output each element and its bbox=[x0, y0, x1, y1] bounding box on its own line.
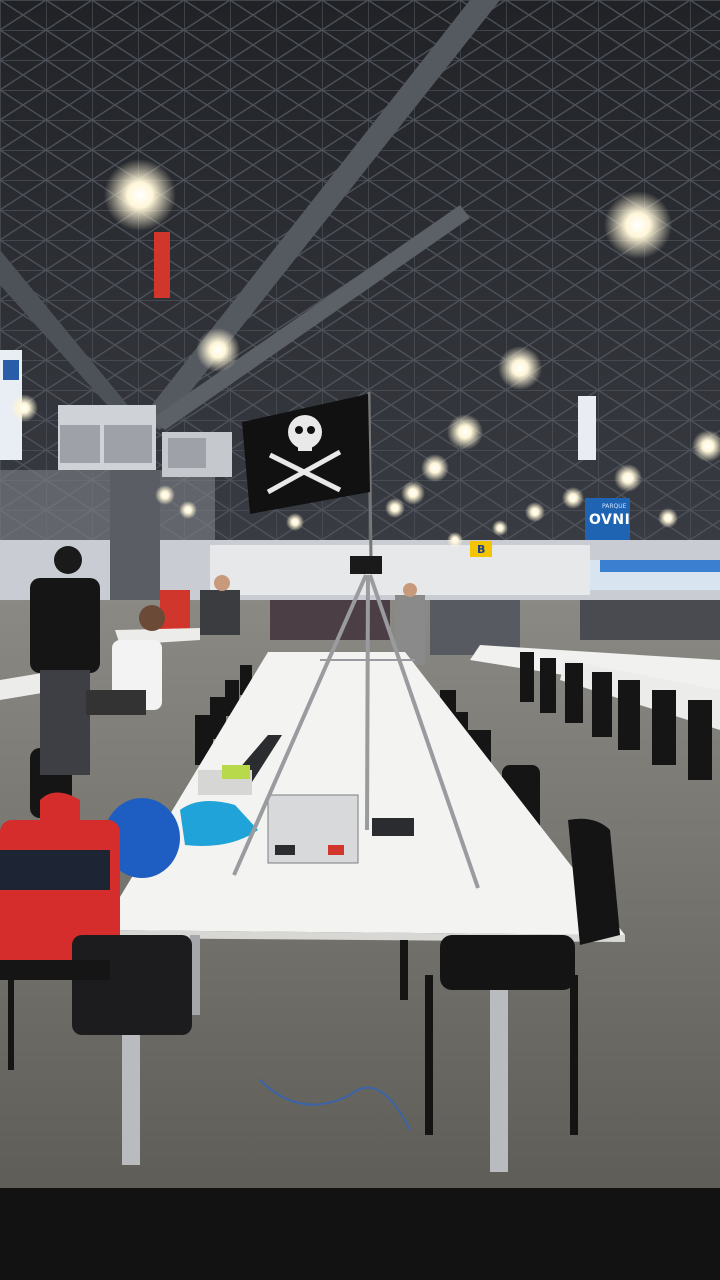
foreground-edge bbox=[0, 1188, 720, 1280]
router-box bbox=[267, 794, 359, 864]
hanging-banner bbox=[154, 232, 170, 298]
ovni-sign-label: OVNI bbox=[589, 512, 631, 528]
back-wall-bright bbox=[210, 545, 590, 595]
booth-header bbox=[600, 560, 720, 572]
chair-seat bbox=[0, 960, 110, 980]
person-standing bbox=[30, 546, 100, 775]
small-device bbox=[222, 765, 250, 779]
dark-bag bbox=[72, 935, 192, 1035]
camera bbox=[350, 556, 382, 574]
power-strip bbox=[372, 818, 414, 836]
hall-illustration bbox=[0, 0, 720, 1280]
support-column bbox=[110, 470, 160, 610]
ovni-sign-prefix: PARQUE bbox=[602, 503, 627, 510]
hanging-sign bbox=[578, 396, 596, 460]
area-b-label: B bbox=[477, 543, 486, 556]
event-hall-photo: PARQUE OVNI B bbox=[0, 0, 720, 1280]
